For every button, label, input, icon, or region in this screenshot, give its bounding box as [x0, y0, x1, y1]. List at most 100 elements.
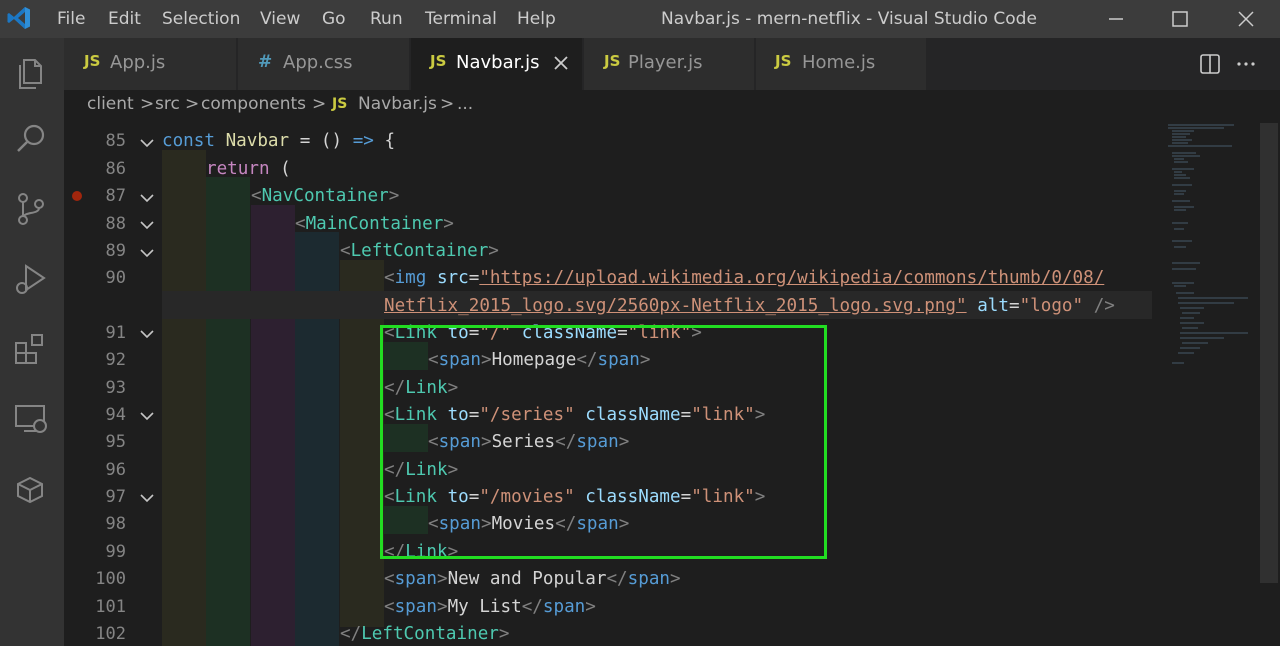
tab-navbar-js[interactable]: JS Navbar.js [411, 38, 582, 90]
title-bar: File Edit Selection View Go Run Terminal… [0, 0, 1280, 38]
fold-chevron-icon[interactable] [140, 329, 154, 339]
breadcrumb: client > src > components > JS Navbar.js… [64, 90, 1280, 123]
chevron-right-icon: > [185, 94, 200, 114]
line-number: 95 [105, 432, 126, 452]
line-number: 86 [105, 159, 126, 179]
code-line: <img src="https://upload.wikimedia.org/w… [384, 268, 1105, 288]
code-line: const Navbar = () => { [162, 131, 396, 151]
code-line: return ( [206, 159, 291, 179]
code-line: <LeftContainer> [340, 241, 499, 261]
tab-label: Navbar.js [456, 52, 540, 73]
remote-explorer-icon[interactable] [10, 398, 52, 440]
line-number: 90 [105, 268, 126, 288]
vertical-scrollbar[interactable] [1260, 123, 1280, 646]
code-line: <span>New and Popular</span> [384, 569, 681, 589]
fold-chevron-icon[interactable] [140, 193, 154, 203]
span-text: New and Popular [447, 569, 607, 589]
alt-value: "logo" [1019, 296, 1084, 316]
code-line: </LeftContainer> [340, 624, 510, 644]
breadcrumb-file[interactable]: Navbar.js [358, 94, 437, 114]
indent-guide [251, 205, 295, 646]
scrollbar-thumb[interactable] [1260, 123, 1278, 583]
logo-url-part2[interactable]: Netflix_2015_logo.svg/2560px-Netflix_201… [384, 296, 967, 316]
close-window-icon[interactable] [1232, 5, 1260, 33]
line-number: 92 [105, 350, 126, 370]
tab-app-js[interactable]: JS App.js [64, 38, 236, 90]
chevron-right-icon: > [440, 94, 455, 114]
source-control-icon[interactable] [10, 188, 52, 230]
split-editor-icon[interactable] [1198, 52, 1222, 76]
editor-tabs: JS App.js # App.css JS Navbar.js JS Play… [64, 38, 1280, 90]
js-file-icon: JS [604, 52, 621, 70]
tab-label: App.js [110, 52, 166, 73]
extensions-icon[interactable] [10, 328, 52, 370]
menu-help[interactable]: Help [517, 9, 556, 29]
js-file-icon: JS [775, 52, 792, 70]
chevron-right-icon: > [140, 94, 155, 114]
indent-guide [206, 177, 250, 646]
line-number: 97 [105, 487, 126, 507]
vscode-logo-icon [7, 7, 30, 29]
maximize-icon[interactable] [1166, 5, 1194, 33]
tab-label: App.css [283, 52, 353, 73]
line-number: 100 [95, 569, 126, 589]
code-line: <span>My List</span> [384, 597, 596, 617]
line-number: 89 [105, 241, 126, 261]
line-number: 98 [105, 514, 126, 534]
line-number: 93 [105, 378, 126, 398]
activity-bar [0, 38, 64, 646]
code-editor[interactable]: 85 86 87 88 89 90 91 92 93 94 95 96 97 9… [64, 123, 1280, 646]
fold-chevron-icon[interactable] [140, 220, 154, 230]
menu-view[interactable]: View [260, 9, 300, 29]
tab-label: Home.js [802, 52, 876, 73]
close-icon[interactable] [551, 53, 571, 73]
tab-app-css[interactable]: # App.css [238, 38, 409, 90]
js-file-icon: JS [430, 52, 447, 70]
more-actions-icon[interactable] [1234, 52, 1258, 76]
fold-chevron-icon[interactable] [140, 411, 154, 421]
line-number: 101 [95, 597, 126, 617]
code-line: <NavContainer> [251, 186, 400, 206]
code-line: Netflix_2015_logo.svg/2560px-Netflix_201… [384, 296, 1115, 316]
window-title: Navbar.js - mern-netflix - Visual Studio… [661, 9, 1037, 29]
line-number: 102 [95, 624, 126, 644]
breadcrumb-client[interactable]: client [87, 94, 134, 114]
menu-go[interactable]: Go [322, 9, 346, 29]
tab-label: Player.js [628, 52, 703, 73]
line-number: 91 [105, 323, 126, 343]
docker-icon[interactable] [10, 468, 52, 510]
span-text: My List [447, 597, 522, 617]
fold-chevron-icon[interactable] [140, 248, 154, 258]
line-number: 88 [105, 214, 126, 234]
breakpoint-icon[interactable] [71, 190, 83, 202]
line-number: 85 [105, 131, 126, 151]
breadcrumb-src[interactable]: src [155, 94, 180, 114]
js-file-icon: JS [332, 96, 348, 112]
search-icon[interactable] [10, 118, 52, 160]
line-number: 96 [105, 460, 126, 480]
run-debug-icon[interactable] [10, 258, 52, 300]
menu-file[interactable]: File [57, 9, 85, 29]
fold-chevron-icon[interactable] [140, 493, 154, 503]
logo-url-part1[interactable]: "https://upload.wikimedia.org/wikipedia/… [479, 268, 1104, 288]
explorer-icon[interactable] [10, 52, 52, 94]
minimap[interactable] [1164, 123, 1264, 646]
minimize-icon[interactable] [1102, 5, 1130, 33]
breadcrumb-symbol[interactable]: ... [457, 94, 473, 114]
line-number: 94 [105, 405, 126, 425]
menu-selection[interactable]: Selection [162, 9, 240, 29]
breadcrumb-components[interactable]: components [201, 94, 306, 114]
indent-guide [162, 150, 206, 646]
fold-chevron-icon[interactable] [140, 138, 154, 148]
tab-player-js[interactable]: JS Player.js [584, 38, 754, 90]
tab-home-js[interactable]: JS Home.js [756, 38, 926, 90]
code-line: <MainContainer> [295, 214, 454, 234]
highlight-box [380, 325, 827, 559]
css-file-icon: # [258, 52, 273, 72]
menu-terminal[interactable]: Terminal [425, 9, 497, 29]
js-file-icon: JS [84, 52, 101, 70]
menu-run[interactable]: Run [370, 9, 403, 29]
menu-edit[interactable]: Edit [108, 9, 141, 29]
chevron-right-icon: > [312, 94, 327, 114]
line-number: 99 [105, 542, 126, 562]
